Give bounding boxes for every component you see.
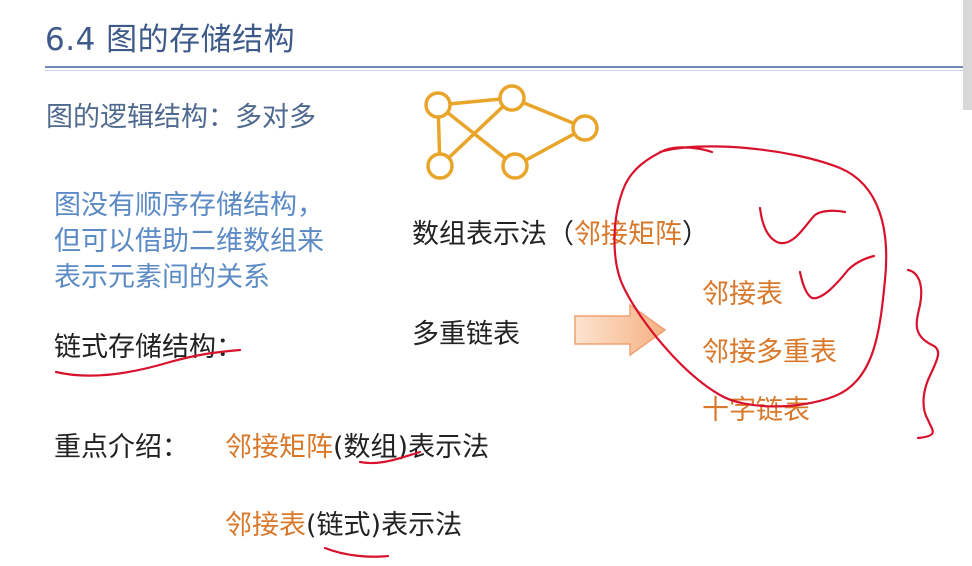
ink-check-stroke [758,206,847,245]
ink-brace-stroke [906,268,940,440]
ink-check-stroke [798,254,876,300]
ink-underline-stroke [323,546,390,558]
handwritten-annotations [54,145,940,558]
ink-underline-stroke [54,348,242,377]
slide: 6.4 图的存储结构 图的逻辑结构：多对多 图没有顺序存储结构， 但可以借助二维… [0,0,972,566]
ink-loop-stroke [613,145,888,408]
ink-underline-stroke [358,450,422,465]
